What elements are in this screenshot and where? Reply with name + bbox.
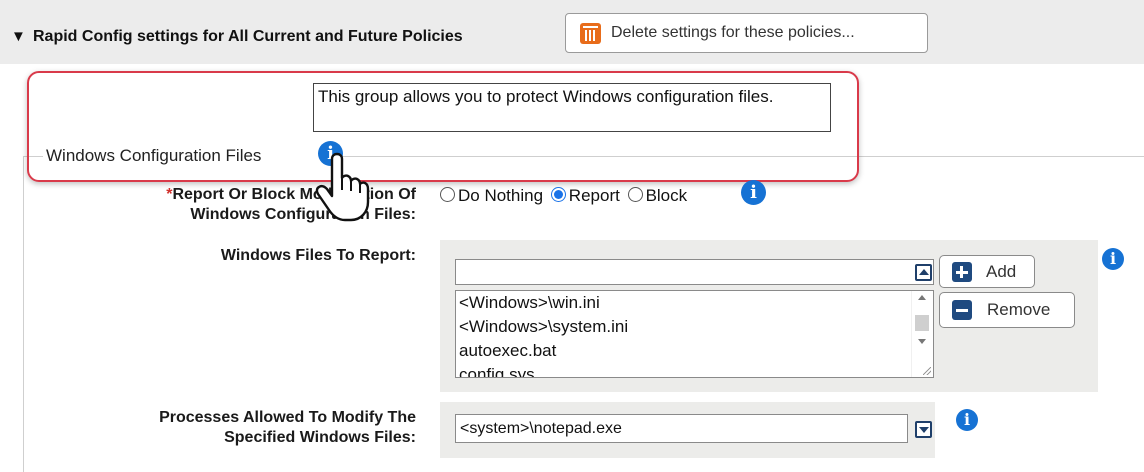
list-item[interactable]: <Windows>\system.ini [456,315,933,339]
radio-do-nothing[interactable]: Do Nothing [440,186,543,205]
info-icon[interactable]: i [956,409,978,431]
info-icon[interactable]: i [318,141,343,166]
files-to-report-input[interactable] [455,259,934,285]
remove-button[interactable]: Remove [939,292,1075,328]
radio-circle-selected[interactable] [550,187,566,202]
processes-label-line1: Processes Allowed To Modify The [159,409,416,426]
plus-icon [952,262,972,282]
fieldset-border [335,156,1144,157]
add-button[interactable]: Add [939,255,1035,288]
delete-settings-label: Delete settings for these policies... [611,24,855,41]
fieldset-border [23,156,24,472]
list-item[interactable]: <Windows>\win.ini [456,291,933,315]
radio-circle[interactable] [440,187,455,202]
list-item[interactable]: autoexec.bat [456,339,933,363]
processes-label: Processes Allowed To Modify The Specifie… [60,408,416,448]
info-icon[interactable]: i [1102,248,1124,270]
list-item[interactable]: config.sys [456,363,933,377]
section-header: ▼ Rapid Config settings for All Current … [0,0,1144,64]
scroll-down-arrow-icon[interactable] [918,339,926,344]
files-to-report-list[interactable]: <Windows>\win.ini <Windows>\system.ini a… [455,290,934,378]
section-title: Rapid Config settings for All Current an… [33,28,463,45]
radio-block[interactable]: Block [627,186,688,205]
collapse-triangle-icon[interactable]: ▼ [11,28,26,45]
radio-report-label: Report [568,186,620,205]
minus-icon [952,300,972,320]
add-button-label: Add [986,262,1017,281]
collapse-list-button[interactable] [915,264,932,281]
radio-block-label: Block [645,186,688,205]
processes-dropdown-button[interactable] [915,421,932,438]
list-scrollbar[interactable] [911,291,933,377]
delete-settings-button[interactable]: Delete settings for these policies... [565,13,928,53]
resize-grip-icon[interactable] [923,367,931,375]
report-block-label-line1: Report Or Block Modification Of [172,186,416,203]
group-legend: Windows Configuration Files [46,146,262,166]
info-icon[interactable]: i [741,180,766,205]
scroll-thumb[interactable] [915,315,929,331]
files-to-report-label: Windows Files To Report: [220,247,416,264]
report-block-radio-group: Do Nothing Report Block [440,186,690,206]
fieldset-border [23,156,43,157]
info-tooltip: This group allows you to protect Windows… [313,83,831,132]
radio-circle[interactable] [627,187,643,202]
processes-label-line2: Specified Windows Files: [224,429,416,446]
processes-input[interactable] [455,414,908,443]
trash-icon [580,23,601,44]
report-block-label: *Report Or Block Modification Of Windows… [100,185,416,225]
radio-report[interactable]: Report [550,186,620,205]
report-block-label-line2: Windows Configuration Files: [190,206,416,223]
radio-do-nothing-label: Do Nothing [458,186,544,205]
remove-button-label: Remove [987,300,1051,319]
scroll-up-arrow-icon[interactable] [918,295,926,300]
